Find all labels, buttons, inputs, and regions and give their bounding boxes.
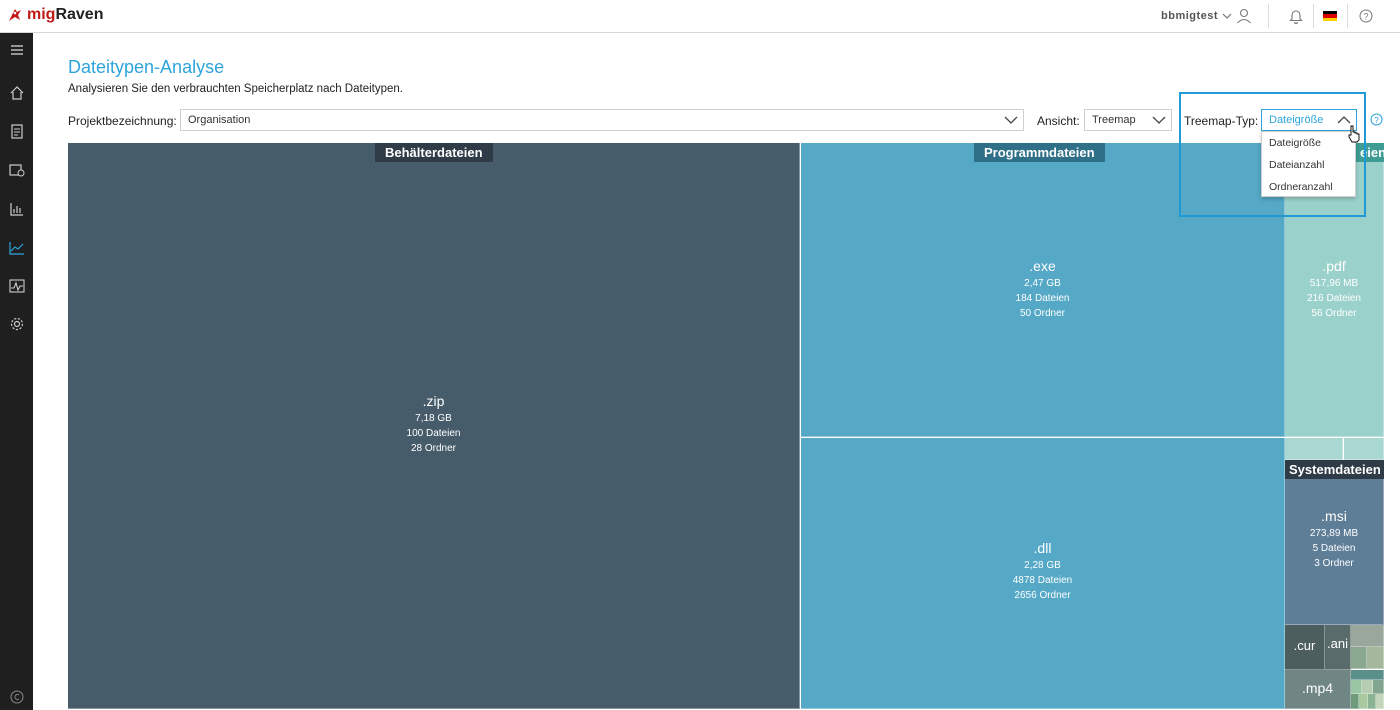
cell-files: 184 Dateien [1015,293,1070,304]
bell-icon[interactable] [1286,6,1306,26]
raven-logo-icon [9,9,21,21]
cell-ext: .mp4 [1301,680,1334,696]
chevron-down-icon [1004,116,1018,124]
cell-size: 2,47 GB [1024,278,1061,289]
line-chart-icon[interactable] [0,236,33,260]
app-logo[interactable]: mig Raven [6,6,103,24]
treemap-cell-small[interactable] [1344,438,1384,460]
project-label: Projektbezeichnung: [68,114,177,128]
separator [1313,4,1314,28]
cell-ext: .exe [1029,258,1056,274]
treemap-cell-small[interactable] [1362,680,1373,694]
cell-ext: .pdf [1322,258,1346,274]
cell-ext: .dll [1033,540,1052,556]
activity-chart-icon[interactable] [0,274,33,298]
group-label-system: Systemdateien [1285,460,1384,479]
bar-chart-icon[interactable] [0,197,33,221]
cell-ext: .zip [422,393,445,409]
cell-folders: 56 Ordner [1311,308,1357,319]
treemap-cell-small[interactable] [1359,694,1368,709]
cell-folders: 28 Ordner [410,443,457,454]
cell-folders: 3 Ordner [1314,558,1354,569]
treemap-cell-mp4[interactable]: .mp4 [1285,670,1351,709]
brand-raven: Raven [55,6,104,23]
project-select-value: Organisation [188,114,251,126]
dropdown-option-file-count[interactable]: Dateianzahl [1262,154,1355,176]
treemap-cell-small[interactable] [1376,694,1384,709]
german-flag-icon[interactable] [1320,6,1340,26]
group-label-container: Behälterdateien [375,143,493,162]
group-label-documents: eien [1356,143,1384,162]
dropdown-option-file-size[interactable]: Dateigröße [1262,132,1355,154]
cell-ext: .msi [1321,508,1347,524]
brand-mig: mig [27,6,56,23]
treemap: .zip 7,18 GB 100 Dateien 28 Ordner Behäl… [68,143,1384,709]
separator [1347,4,1348,28]
page-title: Dateitypen-Analyse [68,57,225,77]
treemap-cell-small[interactable] [1351,625,1384,647]
menu-icon[interactable] [0,38,33,62]
chevron-down-icon [1152,116,1166,124]
settings-gear-icon[interactable] [0,312,33,336]
treemap-cell-small[interactable] [1367,647,1384,669]
separator [1268,4,1269,28]
treemap-cell-small[interactable] [1368,694,1376,709]
cell-folders: 50 Ordner [1019,308,1066,319]
view-select-value: Treemap [1092,114,1136,126]
treemap-cell-exe[interactable]: .exe 2,47 GB 184 Dateien 50 Ordner [801,143,1285,437]
treemap-cell-small[interactable] [1285,438,1343,460]
help-icon[interactable]: ? [1356,6,1376,26]
cell-size: 517,96 MB [1309,278,1359,289]
chevron-down-icon [1222,13,1232,19]
treemap-cell-small[interactable] [1351,694,1359,709]
cell-size: 7,18 GB [415,413,452,424]
project-select[interactable]: Organisation [180,109,1024,131]
view-select[interactable]: Treemap [1084,109,1172,131]
treemap-cell-small[interactable] [1373,680,1384,694]
treemap-type-select-value: Dateigröße [1269,114,1324,126]
home-icon[interactable] [0,81,33,105]
treemap-type-label: Treemap-Typ: [1184,114,1259,128]
view-label: Ansicht: [1037,114,1080,128]
top-bar: mig Raven bbmigtest ? [0,0,1400,33]
treemap-cell-ani[interactable]: .ani [1325,625,1351,670]
clipboard-icon[interactable] [0,119,33,143]
treemap-cell-zip[interactable]: .zip 7,18 GB 100 Dateien 28 Ordner [68,143,800,709]
treemap-type-dropdown: Dateigröße Dateianzahl Ordneranzahl [1261,131,1356,197]
hand-cursor-icon [1348,125,1360,143]
cell-files: 100 Dateien [406,428,461,439]
treemap-cell-small[interactable] [1351,680,1362,694]
cell-folders: 2656 Ordner [1014,590,1071,601]
scheduled-report-icon[interactable] [0,158,33,182]
cell-files: 216 Dateien [1307,293,1361,304]
cell-ext: .ani [1327,636,1348,651]
sidebar [0,33,33,710]
treemap-cell-dll[interactable]: .dll 2,28 GB 4878 Dateien 2656 Ordner [801,438,1285,709]
treemap-help-icon[interactable]: ? [1370,113,1383,131]
dropdown-option-folder-count[interactable]: Ordneranzahl [1262,176,1355,198]
treemap-cell-msi[interactable]: .msi 273,89 MB 5 Dateien 3 Ordner [1285,460,1384,625]
user-icon [1237,8,1251,24]
group-label-program: Programmdateien [974,143,1105,162]
cell-ext: .cur [1293,638,1316,653]
treemap-type-select[interactable]: Dateigröße [1261,109,1357,131]
svg-text:?: ? [1374,115,1379,125]
page-subtitle: Analysieren Sie den verbrauchten Speiche… [68,83,403,95]
treemap-cell-cur[interactable]: .cur [1285,625,1325,670]
svg-text:?: ? [1363,12,1368,22]
cell-files: 4878 Dateien [1012,575,1073,586]
username: bbmigtest [1161,10,1219,22]
user-menu[interactable]: bbmigtest [1161,8,1252,24]
treemap-cell-small[interactable] [1351,670,1384,680]
cell-size: 2,28 GB [1024,560,1061,571]
treemap-cell-small[interactable] [1351,647,1367,669]
cell-size: 273,89 MB [1309,528,1359,539]
copyright-icon[interactable] [0,685,33,709]
cell-files: 5 Dateien [1312,543,1356,554]
